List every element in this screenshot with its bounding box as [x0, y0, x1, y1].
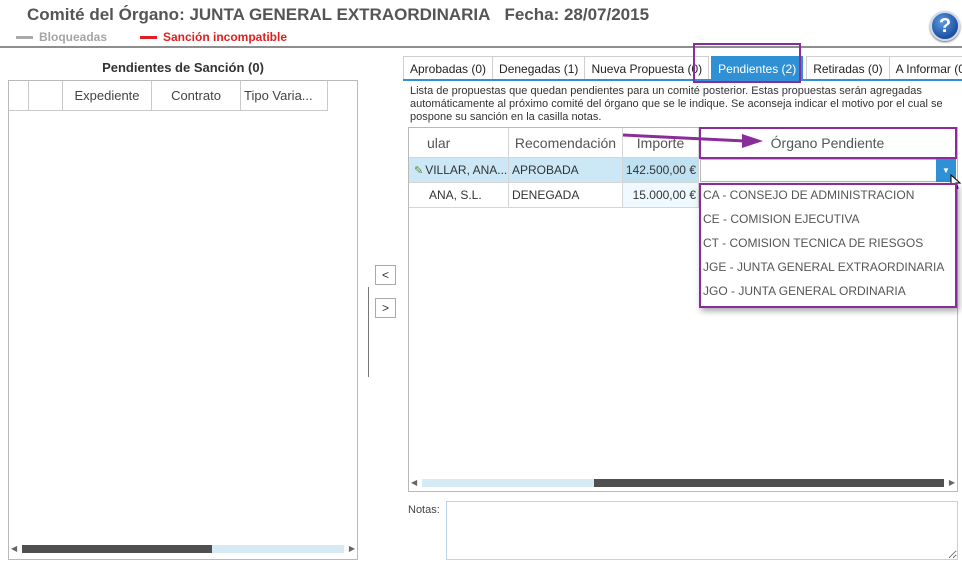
left-grid-header: Expediente Contrato Tipo Varia...	[9, 81, 357, 111]
left-scroll-track[interactable]	[22, 545, 344, 553]
option-jge[interactable]: JGE - JUNTA GENERAL EXTRAORDINARIA	[703, 260, 944, 274]
scroll-left-icon[interactable]: ◀	[411, 478, 417, 487]
legend-incompatible-label: Sanción incompatible	[163, 30, 288, 44]
organ-title: Comité del Órgano: JUNTA GENERAL EXTRAOR…	[27, 5, 491, 24]
table-row[interactable]: ANA, S.L. DENEGADA 15.000,00 €	[409, 183, 699, 208]
tab-a-informar[interactable]: A Informar (0)	[888, 56, 962, 80]
tab-retiradas[interactable]: Retiradas (0)	[806, 56, 890, 80]
cell-titular-text: VILLAR, ANA...	[425, 163, 508, 177]
red-line-icon	[140, 35, 157, 39]
cell-recomendacion[interactable]: APROBADA	[509, 158, 623, 183]
notes-label: Notas:	[408, 504, 440, 516]
cell-titular[interactable]: ✎ VILLAR, ANA...	[409, 158, 509, 183]
col-recomendacion[interactable]: Recomendación	[509, 128, 623, 158]
notes-field[interactable]	[446, 501, 958, 560]
left-col-1[interactable]	[29, 81, 63, 111]
tab-aprobadas[interactable]: Aprobadas (0)	[403, 56, 494, 80]
grid-scroll-thumb[interactable]	[594, 479, 944, 487]
option-ce[interactable]: CE - COMISION EJECUTIVA	[703, 212, 859, 226]
scroll-right-icon[interactable]: ▶	[349, 544, 355, 553]
left-horizontal-scrollbar[interactable]: ◀ ▶	[9, 543, 357, 555]
highlight-box-tab	[693, 43, 801, 83]
option-ca[interactable]: CA - CONSEJO DE ADMINISTRACION	[703, 188, 914, 202]
organo-dropdown-list: CA - CONSEJO DE ADMINISTRACION CE - COMI…	[699, 183, 957, 308]
legend-incompatible: Sanción incompatible	[140, 30, 287, 44]
left-col-0[interactable]	[9, 81, 29, 111]
cell-importe[interactable]: 15.000,00 €	[623, 183, 699, 208]
pendientes-description: Lista de propuestas que quedan pendiente…	[410, 85, 943, 123]
pencil-icon: ✎	[414, 164, 424, 177]
left-col-tipo[interactable]: Tipo Varia...	[241, 81, 328, 111]
legend-bloqueadas-label: Bloqueadas	[39, 30, 108, 44]
left-scroll-thumb[interactable]	[22, 545, 212, 553]
help-question-icon[interactable]: ?	[930, 11, 960, 41]
date-label: Fecha: 28/07/2015	[504, 5, 650, 24]
legend-bloqueadas: Bloqueadas	[16, 30, 107, 44]
option-jgo[interactable]: JGO - JUNTA GENERAL ORDINARIA	[703, 284, 906, 298]
table-row[interactable]: ✎ VILLAR, ANA... APROBADA 142.500,00 €	[409, 158, 699, 183]
annotation-arrow-icon	[622, 133, 763, 148]
splitter-line	[368, 287, 369, 377]
move-right-button[interactable]: >	[375, 298, 396, 318]
organo-dropdown-input[interactable]	[700, 159, 956, 182]
grid-horizontal-scrollbar[interactable]: ◀ ▶	[409, 477, 957, 489]
gray-line-icon	[16, 35, 33, 39]
tab-bar: Aprobadas (0) Denegadas (1) Nueva Propue…	[403, 56, 962, 80]
left-col-contrato[interactable]: Contrato	[152, 81, 241, 111]
scroll-left-icon[interactable]: ◀	[11, 544, 17, 553]
grid-scroll-track[interactable]	[422, 479, 944, 487]
option-ct[interactable]: CT - COMISION TECNICA DE RIESGOS	[703, 236, 923, 250]
cell-titular[interactable]: ANA, S.L.	[409, 183, 509, 208]
left-panel-title: Pendientes de Sanción (0)	[102, 60, 264, 75]
scroll-right-icon[interactable]: ▶	[949, 478, 955, 487]
cell-importe[interactable]: 142.500,00 €	[623, 158, 699, 183]
move-left-button[interactable]: <	[375, 265, 396, 285]
tab-underline	[403, 79, 962, 81]
committee-title: Comité del Órgano: JUNTA GENERAL EXTRAOR…	[27, 5, 649, 25]
tab-nueva-propuesta[interactable]: Nueva Propuesta (0)	[584, 56, 710, 80]
tab-denegadas[interactable]: Denegadas (1)	[492, 56, 586, 80]
cell-recomendacion[interactable]: DENEGADA	[509, 183, 623, 208]
col-titular[interactable]: ular	[409, 128, 509, 158]
pendientes-sancion-grid[interactable]: Expediente Contrato Tipo Varia... ◀ ▶	[8, 80, 358, 560]
left-col-expediente[interactable]: Expediente	[63, 81, 152, 111]
header-divider	[0, 46, 962, 48]
